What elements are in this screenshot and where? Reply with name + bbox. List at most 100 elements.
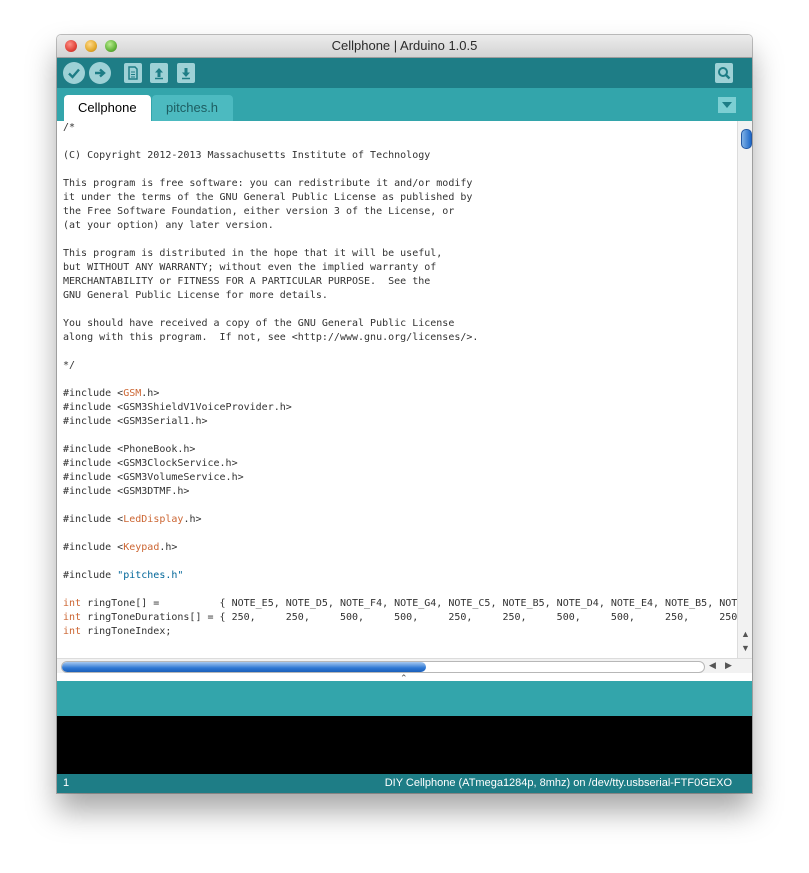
code-token: You should have received a copy of the G… [63,318,455,329]
open-icon [155,68,163,80]
code-token: MERCHANTABILITY or FITNESS FOR A PARTICU… [63,276,431,287]
code-token: ringTone[] = { NOTE_E5, NOTE_D5, NOTE_F4… [87,598,737,609]
code-line[interactable]: the Free Software Foundation, either ver… [63,205,737,219]
code-token: "pitches.h" [117,570,184,581]
code-line[interactable]: This program is distributed in the hope … [63,247,737,261]
code-token: (C) Copyright 2012-2013 Massachusetts In… [63,150,431,161]
serial-monitor-icon [718,67,731,80]
code-line[interactable]: int ringToneDurations[] = { 250, 250, 50… [63,611,737,625]
tab-menu-button[interactable] [718,97,736,113]
code-line[interactable]: #include <LedDisplay.h> [63,513,737,527]
scroll-left-icon[interactable]: ◀ [709,660,716,671]
code-line[interactable] [63,163,737,177]
new-sketch-button[interactable] [124,63,142,83]
code-token: GNU General Public License for more deta… [63,290,328,301]
upload-button[interactable] [89,62,111,84]
code-line[interactable]: int ringTone[] = { NOTE_E5, NOTE_D5, NOT… [63,597,737,611]
code-line[interactable] [63,303,737,317]
code-editor[interactable]: /* (C) Copyright 2012-2013 Massachusetts… [57,121,737,658]
code-text[interactable]: /* (C) Copyright 2012-2013 Massachusetts… [63,121,737,639]
vertical-scroll-thumb[interactable] [741,129,752,149]
code-token: #include < [63,388,124,399]
window-title: Cellphone | Arduino 1.0.5 [331,38,478,53]
code-token: Keypad [123,542,160,553]
tab-cellphone[interactable]: Cellphone [64,95,151,121]
code-line[interactable] [63,527,737,541]
new-icon [128,66,138,80]
code-token: along with this program. If not, see <ht… [63,332,479,343]
code-token: int [63,626,82,637]
code-line[interactable] [63,583,737,597]
code-line[interactable]: (at your option) any later version. [63,219,737,233]
code-token: .h> [183,514,202,525]
tab-bar: Cellphone pitches.h [57,88,752,121]
code-line[interactable]: #include <GSM3Serial1.h> [63,415,737,429]
open-sketch-button[interactable] [150,63,168,83]
code-token: LedDisplay [123,514,184,525]
vertical-scrollbar[interactable]: ▲ ▼ [737,121,752,658]
verify-icon [68,68,80,79]
horizontal-scroll-thumb[interactable] [62,662,426,672]
code-line[interactable]: #include <GSM3ClockService.h> [63,457,737,471]
code-line[interactable]: along with this program. If not, see <ht… [63,331,737,345]
code-token: but WITHOUT ANY WARRANTY; without even t… [63,262,437,273]
code-line[interactable]: GNU General Public License for more deta… [63,289,737,303]
code-token: #include < [63,514,124,525]
status-bar: 1 DIY Cellphone (ATmega1284p, 8mhz) on /… [57,774,752,793]
scroll-down-icon[interactable]: ▼ [741,643,750,653]
code-line[interactable]: #include <GSM3VolumeService.h> [63,471,737,485]
code-token: #include <GSM3DTMF.h> [63,486,190,497]
serial-monitor-button[interactable] [715,63,733,83]
upload-icon [95,68,106,78]
horizontal-scrollbar[interactable]: ◀ ▶ [57,658,752,674]
code-line[interactable]: #include <Keypad.h> [63,541,737,555]
board-info: DIY Cellphone (ATmega1284p, 8mhz) on /de… [384,777,732,789]
code-line[interactable] [63,429,737,443]
code-token: #include <GSM3ShieldV1VoiceProvider.h> [63,402,292,413]
save-icon [182,68,190,80]
code-line[interactable]: int ringToneIndex; [63,625,737,639]
code-line[interactable]: (C) Copyright 2012-2013 Massachusetts In… [63,149,737,163]
code-line[interactable] [63,345,737,359]
code-line[interactable] [63,135,737,149]
save-sketch-button[interactable] [177,63,195,83]
code-line[interactable]: it under the terms of the GNU General Pu… [63,191,737,205]
code-token: it under the terms of the GNU General Pu… [63,192,473,203]
code-line[interactable]: This program is free software: you can r… [63,177,737,191]
code-line[interactable] [63,555,737,569]
console-output[interactable] [57,716,752,774]
code-token: */ [63,360,76,371]
code-token: #include <GSM3Serial1.h> [63,416,208,427]
code-token: /* [63,122,76,133]
code-line[interactable]: but WITHOUT ANY WARRANTY; without even t… [63,261,737,275]
code-line[interactable]: #include <GSM.h> [63,387,737,401]
code-line[interactable]: #include <PhoneBook.h> [63,443,737,457]
code-token: #include <GSM3VolumeService.h> [63,472,244,483]
code-line[interactable] [63,373,737,387]
code-token: .h> [141,388,160,399]
code-line[interactable] [63,233,737,247]
code-line[interactable]: #include <GSM3ShieldV1VoiceProvider.h> [63,401,737,415]
code-token: #include <GSM3ClockService.h> [63,458,238,469]
code-token: This program is free software: you can r… [63,178,473,189]
code-token: (at your option) any later version. [63,220,274,231]
horizontal-scroll-track[interactable] [61,661,705,673]
line-number: 1 [63,777,70,789]
code-line[interactable]: MERCHANTABILITY or FITNESS FOR A PARTICU… [63,275,737,289]
code-line[interactable] [63,499,737,513]
code-token: int [63,612,82,623]
code-token: ringToneDurations[] = { 250, 250, 500, 5… [87,612,737,623]
tab-pitches-h[interactable]: pitches.h [152,95,233,121]
verify-button[interactable] [63,62,85,84]
pane-divider[interactable]: ⌃ [57,673,752,683]
code-line[interactable]: */ [63,359,737,373]
scroll-right-icon[interactable]: ▶ [725,660,732,671]
code-line[interactable]: #include "pitches.h" [63,569,737,583]
title-bar: Cellphone | Arduino 1.0.5 [57,35,752,58]
code-token: #include [63,570,118,581]
scroll-up-icon[interactable]: ▲ [741,629,750,639]
code-line[interactable]: #include <GSM3DTMF.h> [63,485,737,499]
code-line[interactable]: /* [63,121,737,135]
code-token: GSM [123,388,142,399]
code-line[interactable]: You should have received a copy of the G… [63,317,737,331]
